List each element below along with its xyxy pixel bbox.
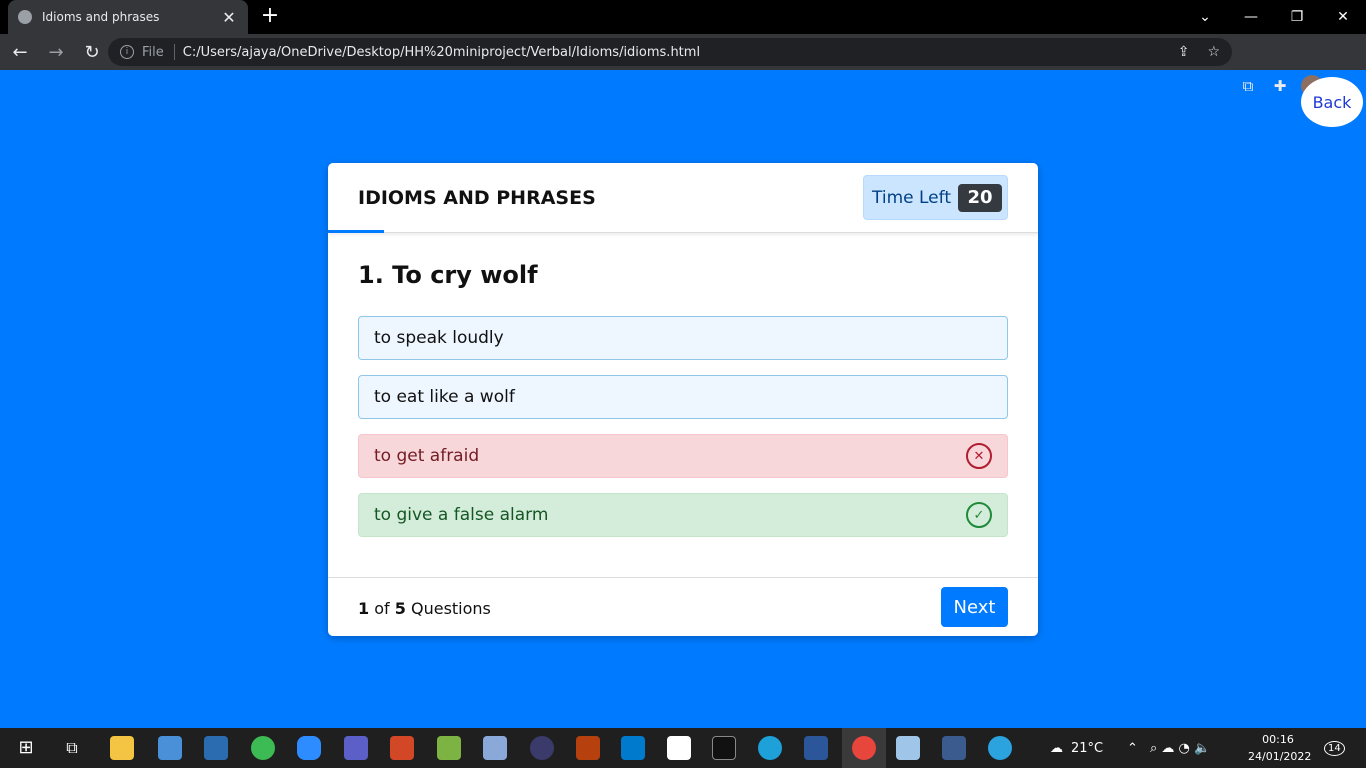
vscode-icon[interactable] [621, 736, 645, 760]
task-view-icon[interactable]: ⧉ [60, 736, 84, 760]
info-icon[interactable]: i [120, 45, 134, 59]
computer-icon[interactable] [158, 736, 182, 760]
option-text: to get afraid [374, 446, 480, 466]
reload-icon[interactable]: ↻ [76, 36, 108, 68]
browser-tab[interactable]: Idioms and phrases ✕ [8, 0, 248, 34]
timer-value: 20 [958, 183, 1002, 212]
mongodb-icon[interactable] [667, 736, 691, 760]
time: 00:16 [1262, 733, 1294, 746]
restore-icon[interactable]: ❐ [1274, 0, 1320, 34]
browser-tab-bar: Idioms and phrases ✕ + ⌄ — ❐ ✕ [0, 0, 1366, 34]
question-counter: 1 of 5 Questions [358, 599, 491, 618]
tray-icons[interactable]: ⌕ ☁ ◔ 🔈 [1150, 728, 1210, 768]
option-4[interactable]: to give a false alarm ✓ [358, 493, 1008, 537]
cloud-icon: ☁ [1050, 740, 1063, 756]
taskbar: ⊞ ⧉ ☁ 21°C ⌃ ⌕ ☁ ◔ 🔈 00:16 24/01/2022 14 [0, 728, 1366, 768]
forward-arrow-icon[interactable]: → [40, 36, 72, 68]
eclipse-icon[interactable] [530, 736, 554, 760]
powerpoint-icon[interactable] [390, 736, 414, 760]
minimize-icon[interactable]: — [1228, 0, 1274, 34]
globe-icon [18, 10, 32, 24]
virtualbox-icon[interactable] [942, 736, 966, 760]
total-questions: 5 [394, 599, 406, 618]
quiz-title: IDIOMS AND PHRASES [358, 187, 596, 209]
counter-suffix: Questions [410, 599, 491, 618]
quiz-footer: 1 of 5 Questions Next [328, 577, 1038, 636]
clock[interactable]: 00:16 24/01/2022 [1248, 731, 1312, 765]
cross-circle-icon: ✕ [966, 443, 992, 469]
back-arrow-icon[interactable]: ← [4, 36, 36, 68]
app-grid-icon[interactable] [437, 736, 461, 760]
teams-icon[interactable] [344, 736, 368, 760]
quiz-card: IDIOMS AND PHRASES Time Left 20 1. To cr… [328, 163, 1038, 636]
new-tab-button[interactable]: + [258, 4, 282, 28]
edge-icon[interactable] [758, 736, 782, 760]
quiz-header: IDIOMS AND PHRASES Time Left 20 [328, 163, 1038, 233]
image-icon[interactable] [483, 736, 507, 760]
puzzle-icon[interactable]: ✚ [1268, 74, 1292, 98]
tray-chevron-icon[interactable]: ⌃ [1127, 728, 1138, 768]
timer: Time Left 20 [863, 175, 1008, 220]
option-text: to eat like a wolf [374, 387, 515, 407]
telegram-icon[interactable] [988, 736, 1012, 760]
weather-widget[interactable]: ☁ 21°C [1050, 728, 1103, 768]
notification-count: 14 [1324, 740, 1345, 756]
option-text: to speak loudly [374, 328, 504, 348]
back-button[interactable]: Back [1301, 77, 1363, 127]
counter-of: of [374, 599, 390, 618]
tab-search-icon[interactable]: ⌄ [1182, 0, 1228, 34]
chrome-icon[interactable] [852, 736, 876, 760]
zoom-icon[interactable] [297, 736, 321, 760]
app-icon[interactable] [204, 736, 228, 760]
option-2[interactable]: to eat like a wolf [358, 375, 1008, 419]
word-icon[interactable] [804, 736, 828, 760]
timer-label: Time Left [872, 187, 951, 208]
question-text: 1. To cry wolf [358, 261, 538, 289]
option-1[interactable]: to speak loudly [358, 316, 1008, 360]
address-bar[interactable]: i File C:/Users/ajaya/OneDrive/Desktop/H… [108, 38, 1232, 66]
share-icon[interactable]: ⇪ [1178, 44, 1190, 60]
notification-icon[interactable]: 14 [1324, 728, 1345, 768]
current-question: 1 [358, 599, 370, 618]
winrar-icon[interactable] [576, 736, 600, 760]
date: 24/01/2022 [1248, 750, 1312, 763]
check-circle-icon: ✓ [966, 502, 992, 528]
next-button[interactable]: Next [941, 587, 1008, 627]
weather-temp: 21°C [1071, 740, 1104, 756]
star-icon[interactable]: ☆ [1207, 44, 1220, 60]
option-3[interactable]: to get afraid ✕ [358, 434, 1008, 478]
file-explorer-icon[interactable] [110, 736, 134, 760]
browser-toolbar: ← → ↻ i File C:/Users/ajaya/OneDrive/Des… [0, 34, 1366, 97]
url-text[interactable]: C:/Users/ajaya/OneDrive/Desktop/HH%20min… [183, 45, 1160, 60]
file-label: File [142, 44, 164, 60]
close-window-icon[interactable]: ✕ [1320, 0, 1366, 34]
tab-close-icon[interactable]: ✕ [220, 8, 238, 27]
divider [173, 44, 175, 60]
terminal-icon[interactable] [712, 736, 736, 760]
atom-icon[interactable] [251, 736, 275, 760]
windows-start-icon[interactable]: ⊞ [14, 736, 38, 760]
notes-icon[interactable] [896, 736, 920, 760]
extension-icon[interactable]: ⧉ [1236, 74, 1260, 98]
option-text: to give a false alarm [374, 505, 549, 525]
tab-title: Idioms and phrases [42, 10, 160, 24]
progress-line [328, 230, 384, 233]
